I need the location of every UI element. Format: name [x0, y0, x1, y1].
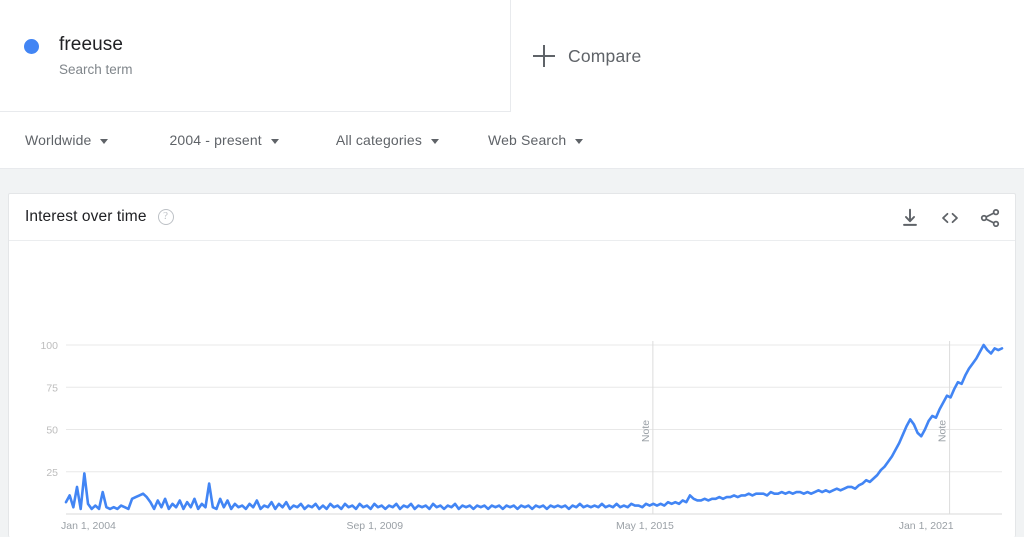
card-header: Interest over time ?: [9, 194, 1015, 241]
filter-time-range-label: 2004 - present: [169, 132, 262, 148]
svg-text:Jan 1, 2021: Jan 1, 2021: [899, 520, 954, 532]
chart-svg: 100 75 50 25 Note Note Jan 1, 2004 Sep 1, 2009 M…: [40, 340, 1004, 532]
filter-category[interactable]: All categories: [336, 112, 439, 168]
filter-search-type-label: Web Search: [488, 132, 567, 148]
search-term-card[interactable]: freeuse Search term: [0, 0, 511, 112]
filter-region[interactable]: Worldwide: [25, 112, 109, 168]
trends-page: freeuse Search term Compare Worldwide 20…: [0, 0, 1024, 537]
filter-search-type[interactable]: Web Search: [488, 112, 584, 168]
interest-over-time-card: Interest over time ? 100 75 50 25 Note N…: [8, 193, 1016, 537]
help-icon[interactable]: ?: [157, 209, 174, 225]
svg-text:Jan 1, 2004: Jan 1, 2004: [61, 520, 116, 532]
chevron-down-icon: [100, 138, 109, 144]
series-color-dot: [24, 38, 39, 54]
svg-text:100: 100: [40, 340, 58, 352]
chevron-down-icon: [431, 138, 439, 144]
search-term-type: Search term: [59, 61, 133, 77]
svg-text:75: 75: [46, 382, 58, 394]
compare-button[interactable]: Compare: [511, 0, 1024, 112]
search-term-label: freeuse: [59, 33, 124, 55]
download-icon[interactable]: [899, 207, 921, 229]
page-title: Interest over time: [25, 208, 147, 225]
chevron-down-icon: [270, 138, 279, 144]
plus-icon: [533, 45, 555, 67]
embed-icon[interactable]: [939, 207, 961, 229]
filter-time-range[interactable]: 2004 - present: [169, 112, 279, 168]
svg-text:25: 25: [46, 467, 58, 479]
chevron-down-icon: [575, 138, 584, 144]
filter-region-label: Worldwide: [25, 132, 92, 148]
svg-text:50: 50: [46, 425, 58, 437]
interest-over-time-chart[interactable]: 100 75 50 25 Note Note Jan 1, 2004 Sep 1, 2009 M…: [9, 241, 1015, 537]
svg-text:Note: Note: [937, 420, 949, 442]
search-term-bar: freeuse Search term Compare: [0, 0, 1024, 112]
svg-text:Note: Note: [640, 420, 652, 442]
card-actions: [899, 194, 1001, 241]
filter-bar: Worldwide 2004 - present All categories …: [0, 112, 1024, 169]
svg-text:Sep 1, 2009: Sep 1, 2009: [346, 520, 403, 532]
filter-category-label: All categories: [335, 132, 422, 148]
compare-label: Compare: [568, 45, 642, 66]
share-icon[interactable]: [979, 207, 1001, 229]
svg-text:May 1, 2015: May 1, 2015: [616, 520, 674, 532]
